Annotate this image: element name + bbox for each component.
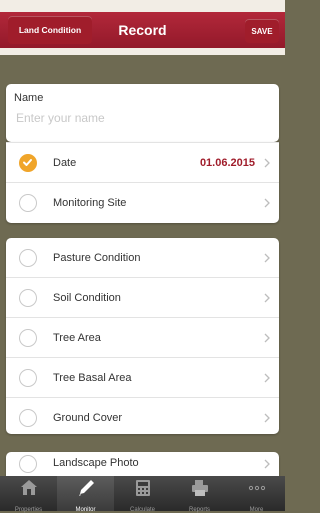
checked-icon: [19, 153, 37, 172]
navigation-bar: Land Condition Record SAVE: [0, 0, 285, 55]
row-label: Tree Area: [53, 331, 101, 344]
tab-label: Monitor: [75, 507, 96, 513]
row-date[interactable]: Date 01.06.2015: [6, 143, 279, 182]
chevron-right-icon: [264, 459, 270, 469]
row-pasture-condition[interactable]: Pasture Condition: [6, 238, 279, 277]
tab-reports[interactable]: Reports: [171, 476, 228, 513]
row-ground-cover[interactable]: Ground Cover: [6, 397, 279, 434]
radio-icon: [19, 455, 37, 473]
row-soil-condition[interactable]: Soil Condition: [6, 277, 279, 317]
chevron-right-icon: [264, 158, 270, 167]
tab-properties[interactable]: Properties: [0, 476, 57, 513]
name-panel: Name: [6, 84, 279, 142]
chevron-right-icon: [264, 293, 270, 302]
tab-label: More: [249, 507, 264, 513]
row-label: Ground Cover: [53, 411, 123, 424]
date-value: 01.06.2015: [199, 156, 255, 169]
save-button[interactable]: SAVE: [245, 19, 279, 43]
tab-calculate[interactable]: Calculate: [114, 476, 171, 513]
chevron-right-icon: [264, 333, 270, 342]
name-label: Name: [14, 92, 44, 104]
row-label: Tree Basal Area: [53, 371, 132, 384]
name-input[interactable]: [14, 110, 273, 126]
more-icon: [248, 485, 265, 491]
assessment-group: Pasture Condition Soil Condition Tree Ar…: [6, 238, 279, 434]
pencil-icon: [78, 480, 94, 496]
page-title: Record: [118, 22, 167, 38]
chevron-right-icon: [264, 198, 270, 207]
radio-icon: [19, 328, 37, 347]
row-tree-area[interactable]: Tree Area: [6, 317, 279, 357]
home-icon: [20, 480, 37, 495]
date-site-group: Date 01.06.2015 Monitoring Site: [6, 142, 279, 223]
tab-more[interactable]: More: [228, 476, 285, 513]
tab-monitor[interactable]: Monitor: [57, 476, 114, 513]
radio-icon: [19, 408, 37, 427]
row-label: Soil Condition: [53, 291, 121, 304]
radio-icon: [19, 368, 37, 387]
row-label: Landscape Photo: [53, 457, 139, 469]
tab-label: Properties: [14, 507, 43, 513]
printer-icon: [191, 480, 208, 496]
row-label: Date: [53, 156, 77, 169]
tab-label: Reports: [188, 507, 210, 513]
row-label: Monitoring Site: [53, 196, 127, 209]
chevron-right-icon: [264, 413, 270, 422]
chevron-right-icon: [264, 253, 270, 262]
row-label: Pasture Condition: [53, 251, 141, 264]
row-monitoring-site[interactable]: Monitoring Site: [6, 182, 279, 222]
radio-icon: [19, 288, 37, 307]
tab-label: Calculate: [129, 507, 155, 513]
tab-bar: Properties Monitor Calculate Reports Mor…: [0, 476, 285, 513]
chevron-right-icon: [264, 373, 270, 382]
radio-icon: [19, 248, 37, 267]
radio-icon: [19, 193, 37, 212]
row-tree-basal-area[interactable]: Tree Basal Area: [6, 357, 279, 397]
calculator-icon: [135, 480, 150, 496]
